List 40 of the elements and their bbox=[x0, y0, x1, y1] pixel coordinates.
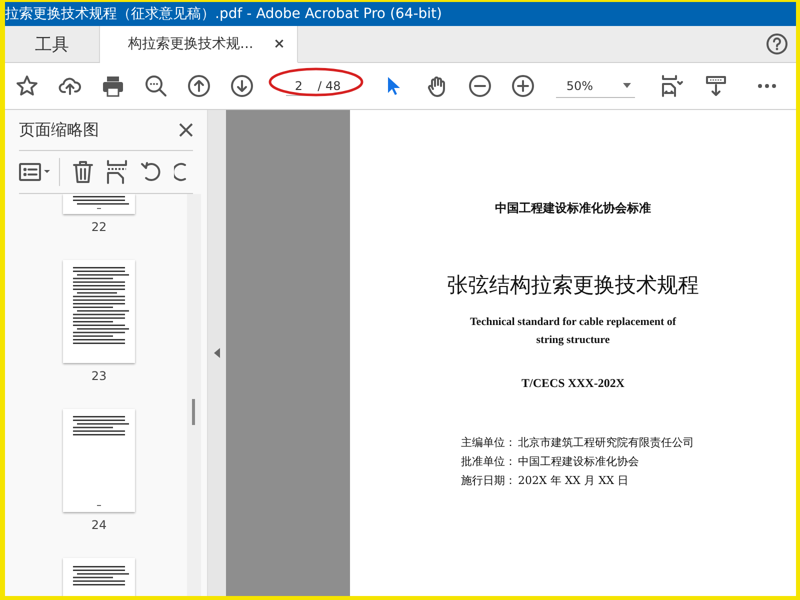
zoom-out-icon[interactable] bbox=[468, 74, 492, 98]
close-icon[interactable] bbox=[179, 123, 193, 137]
collapse-panel-icon[interactable] bbox=[214, 348, 220, 358]
scrollbar[interactable] bbox=[187, 194, 201, 596]
page-thumbnail[interactable] bbox=[63, 558, 135, 596]
standard-header: 中国工程建设标准化协会标准 bbox=[495, 200, 651, 217]
options-list-icon[interactable] bbox=[19, 162, 51, 182]
zoom-dropdown[interactable]: 50% bbox=[556, 74, 635, 98]
close-tab-button[interactable]: × bbox=[271, 36, 288, 52]
print-icon[interactable] bbox=[100, 74, 125, 98]
page-number-field[interactable]: 2 bbox=[286, 76, 312, 96]
trash-icon[interactable] bbox=[72, 160, 94, 184]
field-value: 北京市建筑工程研究院有限责任公司 bbox=[518, 435, 694, 450]
page-number: 23 bbox=[91, 369, 107, 383]
document-tab[interactable]: 构拉索更换技术规... × bbox=[100, 26, 298, 63]
star-icon[interactable] bbox=[14, 74, 39, 98]
scroll-mode-icon[interactable] bbox=[704, 74, 728, 98]
caret-icon bbox=[622, 83, 631, 88]
page-thumbnail[interactable] bbox=[63, 409, 135, 512]
field-label: 施行日期： bbox=[461, 473, 516, 488]
help-icon[interactable] bbox=[766, 33, 788, 55]
page-thumbnail[interactable] bbox=[63, 260, 135, 363]
field-label: 批准单位： bbox=[461, 454, 516, 469]
field-value: 中国工程建设标准化协会 bbox=[518, 454, 639, 469]
fit-page-icon[interactable] bbox=[660, 74, 684, 98]
panel-title: 页面缩略图 bbox=[19, 120, 99, 140]
document-title: 张弦结构拉索更换技术规程 bbox=[447, 272, 699, 299]
field-value: 202X 年 XX 月 XX 日 bbox=[518, 473, 629, 488]
page-number: 22 bbox=[91, 220, 107, 234]
english-title: Technical standard for cable replacement of string structure bbox=[470, 315, 676, 348]
window-title: 拉索更换技术规程（征求意见稿）.pdf - Adobe Acrobat Pro (64-bit) bbox=[5, 6, 442, 22]
standard-code: T/CECS XXX-202X bbox=[521, 376, 624, 391]
extract-pages-icon[interactable] bbox=[106, 160, 128, 184]
page-total: / 48 bbox=[318, 79, 341, 93]
page-thumbnail[interactable] bbox=[63, 194, 135, 214]
page-number: 24 bbox=[91, 518, 107, 532]
rotate-right-icon[interactable] bbox=[174, 160, 186, 184]
zoom-in-icon[interactable] bbox=[510, 74, 535, 98]
field-label: 主编单位： bbox=[461, 435, 516, 450]
zoom-search-icon[interactable] bbox=[144, 74, 168, 98]
